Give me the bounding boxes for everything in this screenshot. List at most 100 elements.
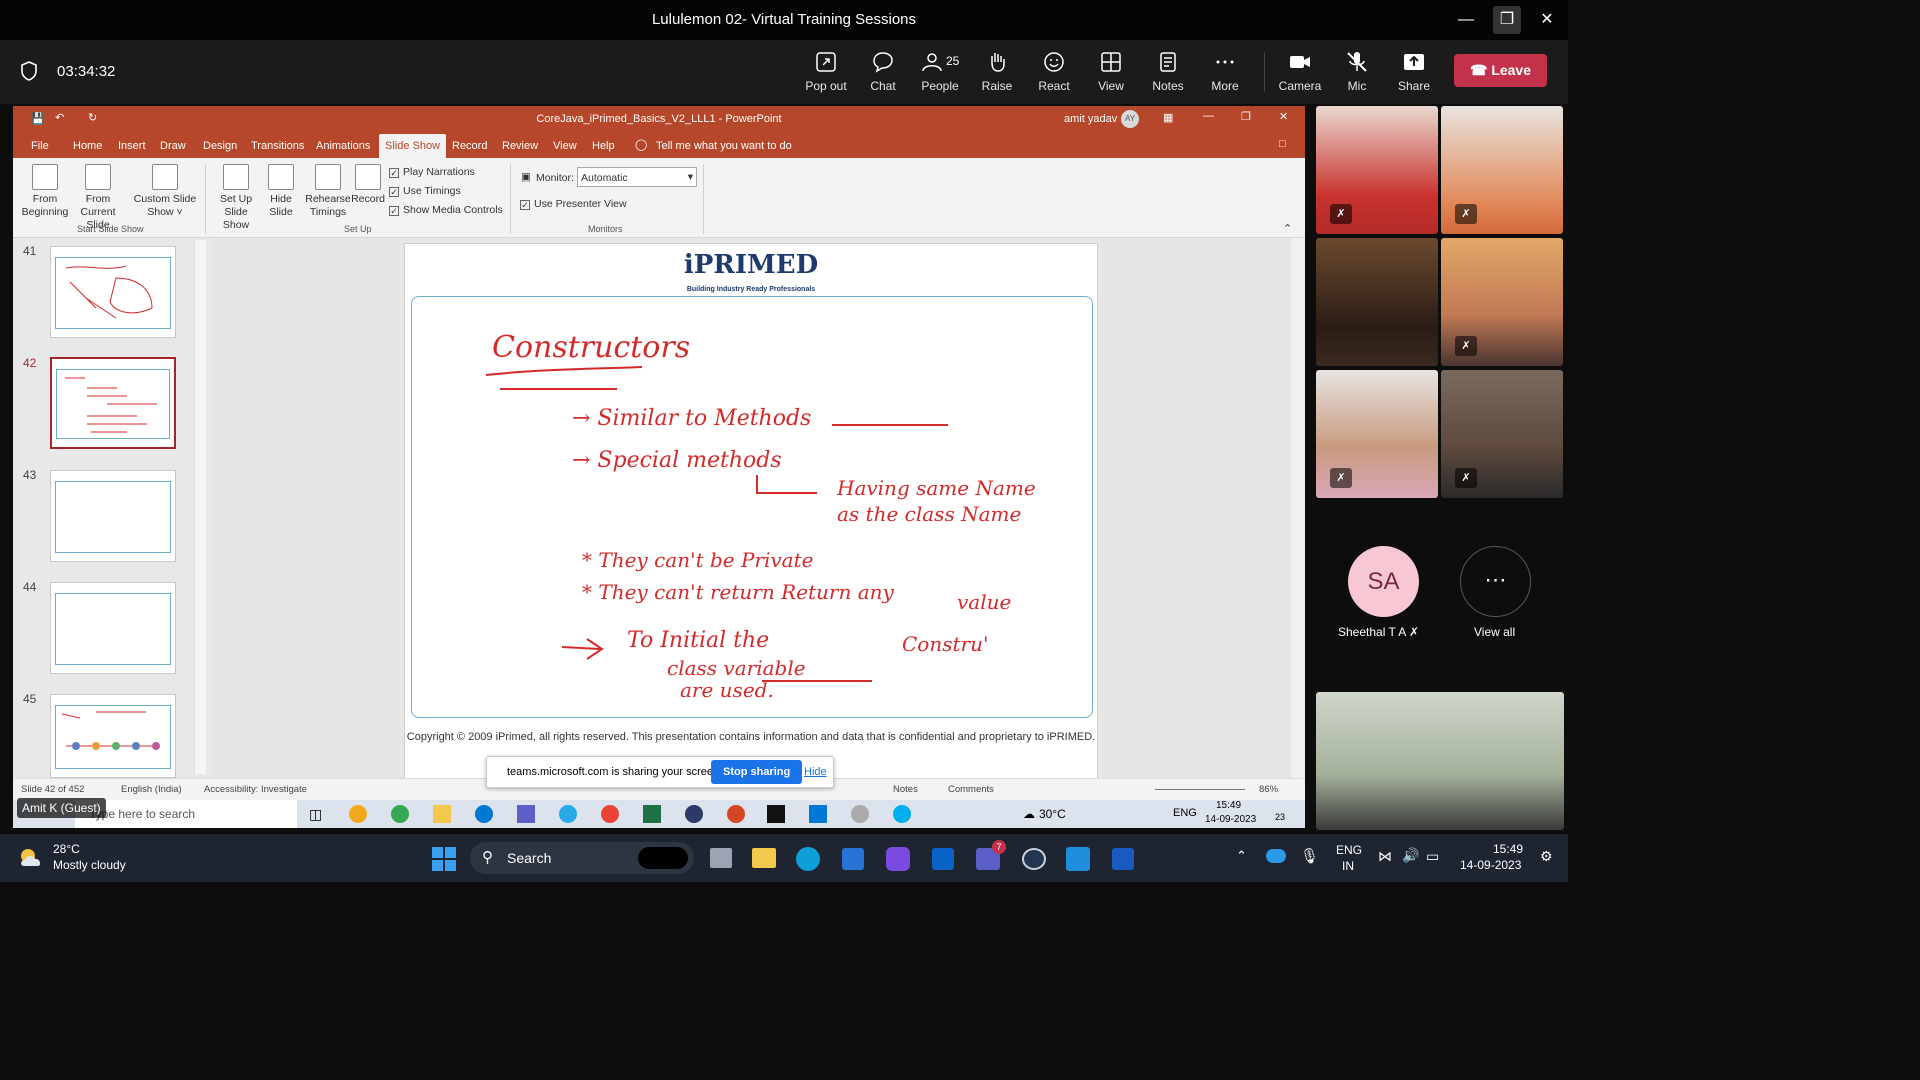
inner-notification-count[interactable]: 23 xyxy=(1275,812,1285,822)
zoom-slider[interactable] xyxy=(1155,789,1245,790)
slide-thumbnail[interactable] xyxy=(50,694,176,778)
comments-toggle[interactable]: Comments xyxy=(948,784,994,795)
language-status[interactable]: English (India) xyxy=(121,784,182,795)
tab-transitions[interactable]: Transitions xyxy=(251,140,304,152)
edge-icon[interactable] xyxy=(475,805,493,823)
skype-icon[interactable] xyxy=(893,805,911,823)
notes-button[interactable]: Notes xyxy=(1137,50,1199,93)
inner-search-box[interactable]: Type here to search xyxy=(75,800,297,828)
view-button[interactable]: View xyxy=(1080,50,1142,93)
slide-scrollbar[interactable] xyxy=(1291,238,1305,778)
tab-record[interactable]: Record xyxy=(452,140,487,152)
slide-canvas[interactable]: iPRIMED Building Industry Ready Professi… xyxy=(404,243,1098,783)
paint-icon[interactable] xyxy=(1066,847,1090,871)
app-icon[interactable] xyxy=(349,805,367,823)
from-beginning-button[interactable]: From Beginning xyxy=(19,164,71,219)
zoom-level[interactable]: 86% xyxy=(1259,784,1278,795)
tab-view[interactable]: View xyxy=(553,140,577,152)
task-view-icon[interactable] xyxy=(710,848,732,868)
tab-review[interactable]: Review xyxy=(502,140,538,152)
collapse-ribbon-icon[interactable]: ⌃ xyxy=(1283,222,1292,235)
mic-button[interactable]: Mic xyxy=(1326,50,1388,93)
onedrive-icon[interactable] xyxy=(1266,849,1286,863)
folder-icon[interactable] xyxy=(433,805,451,823)
ppt-restore-icon[interactable]: ❐ xyxy=(1241,110,1251,123)
raise-hand-button[interactable]: Raise xyxy=(966,50,1028,93)
play-narrations-checkbox[interactable]: ✓ Play Narrations xyxy=(389,166,475,178)
chevron-up-icon[interactable]: ⌃ xyxy=(1236,848,1247,864)
thumbnails-scrollbar[interactable] xyxy=(194,240,206,774)
custom-show-button[interactable]: Custom Slide Show ˅ xyxy=(133,164,197,219)
battery-icon[interactable]: ▭ xyxy=(1426,848,1439,865)
file-explorer-icon[interactable] xyxy=(752,848,776,868)
from-current-button[interactable]: From Current Slide xyxy=(69,164,127,232)
participant-video[interactable]: ✗ xyxy=(1316,106,1438,234)
self-video[interactable] xyxy=(1316,692,1564,830)
slide-thumbnail[interactable] xyxy=(50,246,176,338)
show-media-checkbox[interactable]: ✓ Show Media Controls xyxy=(389,204,503,216)
wifi-icon[interactable]: ⋈ xyxy=(1378,848,1392,865)
teams-icon[interactable] xyxy=(517,805,535,823)
tell-me-search[interactable]: Tell me what you want to do xyxy=(656,140,792,152)
task-view-icon[interactable]: ◫ xyxy=(309,806,322,823)
slide-thumbnail-selected[interactable] xyxy=(50,357,176,449)
tab-animations[interactable]: Animations xyxy=(316,140,370,152)
outlook-icon[interactable] xyxy=(932,848,954,870)
tab-help[interactable]: Help xyxy=(592,140,615,152)
participant-avatar[interactable]: SA xyxy=(1348,546,1419,617)
use-timings-checkbox[interactable]: ✓ Use Timings xyxy=(389,185,461,197)
participant-video[interactable]: ✗ xyxy=(1441,106,1563,234)
camera-button[interactable]: Camera xyxy=(1269,50,1331,93)
tab-file[interactable]: File xyxy=(31,140,49,152)
monitor-select[interactable]: Automatic ▾ xyxy=(577,167,697,187)
close-icon[interactable]: ✕ xyxy=(1533,6,1561,34)
minimize-icon[interactable]: — xyxy=(1452,6,1480,34)
ppt-minimize-icon[interactable]: — xyxy=(1203,110,1214,122)
windows-start-icon[interactable] xyxy=(432,847,456,871)
ppt-close-icon[interactable]: ✕ xyxy=(1279,110,1288,123)
share-button[interactable]: Share xyxy=(1383,50,1445,93)
teams-icon[interactable]: 7 xyxy=(976,840,1006,870)
ribbon-display-icon[interactable]: ▦ xyxy=(1163,111,1173,124)
word-icon[interactable] xyxy=(1112,848,1134,870)
terminal-icon[interactable] xyxy=(767,805,785,823)
chrome-icon[interactable] xyxy=(601,805,619,823)
presenter-view-checkbox[interactable]: ✓ Use Presenter View xyxy=(520,198,627,210)
pop-out-button[interactable]: Pop out xyxy=(795,50,857,93)
participant-video[interactable]: ✗ xyxy=(1441,238,1563,366)
setup-show-button[interactable]: Set Up Slide Show xyxy=(210,164,262,232)
powerpoint-icon[interactable] xyxy=(727,805,745,823)
view-all-button[interactable]: ⋯ xyxy=(1460,546,1531,617)
copilot-icon[interactable] xyxy=(886,847,910,871)
vscode-icon[interactable] xyxy=(809,805,827,823)
slide-thumbnail[interactable] xyxy=(50,470,176,562)
volume-icon[interactable]: 🔊 xyxy=(1402,847,1419,864)
stop-sharing-button[interactable]: Stop sharing xyxy=(711,760,803,784)
people-button[interactable]: 25 People xyxy=(909,50,971,93)
edge-icon[interactable] xyxy=(796,847,820,871)
app-icon[interactable] xyxy=(685,805,703,823)
participant-video[interactable] xyxy=(1316,238,1438,366)
more-button[interactable]: More xyxy=(1194,50,1256,93)
notes-toggle[interactable]: Notes xyxy=(893,784,918,795)
participant-video[interactable]: ✗ xyxy=(1441,370,1563,498)
accessibility-status[interactable]: Accessibility: Investigate xyxy=(204,784,307,795)
rehearse-button[interactable]: Rehearse Timings xyxy=(305,164,351,219)
mic-in-use-icon[interactable]: 🎙 xyxy=(1300,847,1319,865)
language-code[interactable]: ENG xyxy=(1336,843,1362,857)
hide-sharing-link[interactable]: Hide xyxy=(804,766,827,778)
tab-slide-show[interactable]: Slide Show xyxy=(379,134,447,158)
comments-icon[interactable]: □ xyxy=(1279,138,1286,150)
app-icon[interactable] xyxy=(851,805,869,823)
leave-button[interactable]: ☎ Leave xyxy=(1454,54,1547,87)
participant-video[interactable]: ✗ xyxy=(1316,370,1438,498)
app-icon[interactable] xyxy=(1022,848,1046,870)
restore-icon[interactable]: ❐ xyxy=(1493,6,1521,34)
chrome-icon[interactable] xyxy=(391,805,409,823)
react-button[interactable]: React xyxy=(1023,50,1085,93)
chat-button[interactable]: Chat xyxy=(852,50,914,93)
hide-slide-button[interactable]: Hide Slide xyxy=(265,164,297,219)
region-code[interactable]: IN xyxy=(1342,859,1354,873)
store-icon[interactable] xyxy=(842,848,864,870)
tab-design[interactable]: Design xyxy=(203,140,237,152)
